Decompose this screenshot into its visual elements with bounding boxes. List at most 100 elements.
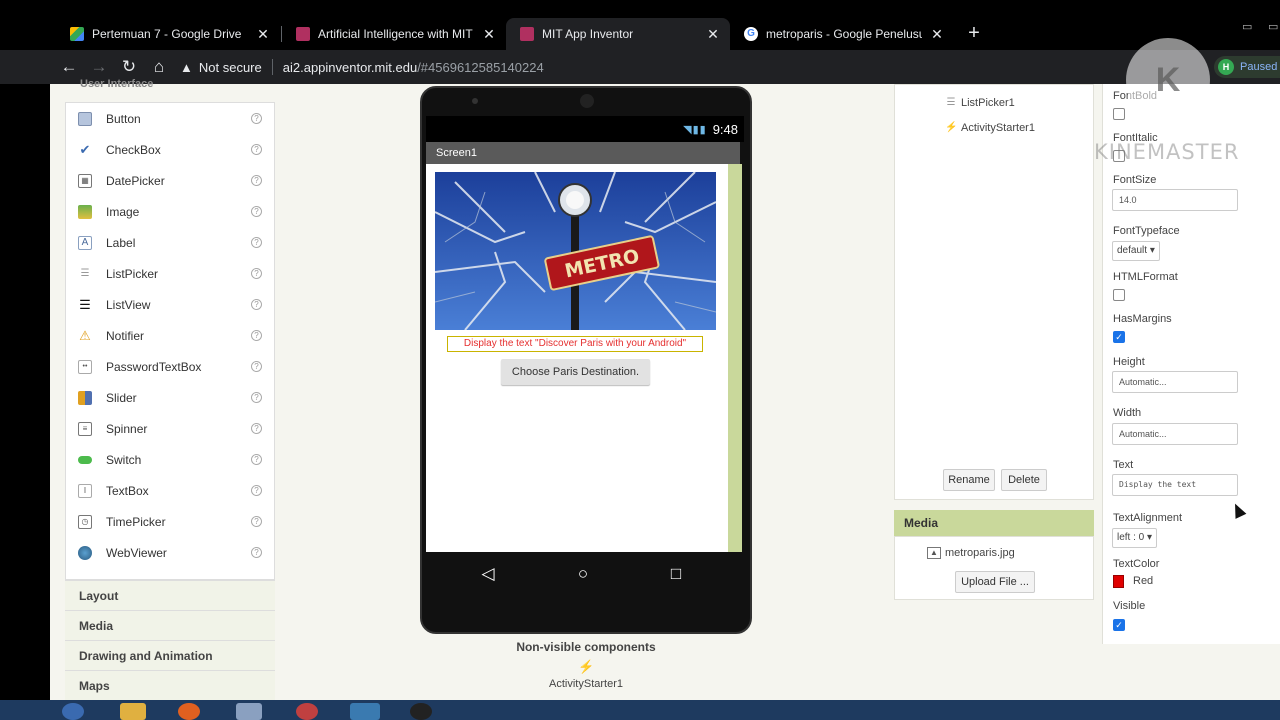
tab-google-search[interactable]: G metroparis - Google Penelusuran ✕ [730,18,954,50]
upload-file-button[interactable]: Upload File ... [955,571,1035,593]
media-file-item[interactable]: ▲ metroparis.jpg [927,547,1015,559]
address-bar[interactable]: ▲ Not secure ai2.appinventor.mit.edu /#4… [180,55,1130,79]
tab-mit-app-inventor[interactable]: MIT App Inventor ✕ [506,18,730,50]
firefox-icon[interactable] [178,703,200,720]
palette-item-passwordtextbox[interactable]: •• PasswordTextBox ? [66,351,274,382]
help-icon[interactable]: ? [251,361,262,372]
palette-item-label[interactable]: A Label ? [66,227,274,258]
htmlformat-checkbox[interactable] [1113,289,1125,301]
fontbold-checkbox[interactable] [1113,108,1125,120]
visible-checkbox[interactable]: ✓ [1113,619,1125,631]
activity-starter-icon[interactable]: ⚡ [578,659,594,675]
palette-item-timepicker[interactable]: ◷ TimePicker ? [66,506,274,537]
palette-item-spinner[interactable]: ≡ Spinner ? [66,413,274,444]
new-tab-button[interactable]: + [962,22,986,46]
close-icon[interactable]: ✕ [706,26,720,43]
fontsize-input[interactable]: 14.0 [1112,189,1238,211]
palette-item-checkbox[interactable]: ✔ CheckBox ? [66,134,274,165]
help-icon[interactable]: ? [251,144,262,155]
palette-category-drawing-animation[interactable]: Drawing and Animation [65,640,275,670]
palette-item-listview[interactable]: ☰ ListView ? [66,289,274,320]
textcolor-value[interactable]: Red [1133,575,1153,587]
restore-icon[interactable]: ▭ [1268,20,1278,33]
file-explorer-icon[interactable] [120,703,146,720]
textcolor-swatch[interactable] [1113,575,1124,588]
palette-item-image[interactable]: Image ? [66,196,274,227]
tab-mit-ai[interactable]: Artificial Intelligence with MIT Ap ✕ [282,18,506,50]
help-icon[interactable]: ? [251,299,262,310]
close-icon[interactable]: ✕ [256,26,270,43]
app-icon[interactable] [296,703,318,720]
minimize-icon[interactable]: ▭ [1242,20,1252,33]
fonttypeface-dropdown[interactable]: default ▾ [1112,241,1160,261]
google-drive-icon [70,27,84,41]
back-arrow-icon[interactable]: ← [58,56,80,78]
palette-item-switch[interactable]: Switch ? [66,444,274,475]
screen-title[interactable]: Screen1 [426,142,740,164]
help-icon[interactable]: ? [251,485,262,496]
kinemaster-logo: K [1126,38,1210,122]
metroparis-image[interactable]: METRO [435,172,716,330]
display-text-label[interactable]: Display the text "Discover Paris with yo… [447,336,703,352]
hasmargins-checkbox[interactable]: ✓ [1113,331,1125,343]
notifier-icon: ⚠ [79,327,91,343]
tab-google-drive[interactable]: Pertemuan 7 - Google Drive ✕ [56,18,280,50]
palette-section-title[interactable]: User Interface [80,78,153,90]
webviewer-icon [78,545,92,560]
palette-item-label: PasswordTextBox [106,359,202,374]
app-icon[interactable] [236,703,262,720]
help-icon[interactable]: ? [251,175,262,186]
help-icon[interactable]: ? [251,113,262,124]
close-icon[interactable]: ✕ [482,26,496,43]
close-icon[interactable]: ✕ [930,26,944,43]
component-listpicker1[interactable]: ☰ ListPicker1 [945,97,1015,109]
palette-item-listpicker[interactable]: ☰ ListPicker ? [66,258,274,289]
palette-category-media[interactable]: Media [65,610,275,640]
width-input[interactable]: Automatic... [1112,423,1238,445]
phone-status-bar: ◥▮▮ 9:48 [426,116,744,142]
help-icon[interactable]: ? [251,454,262,465]
nonvisible-item[interactable]: ActivityStarter1 [286,678,886,690]
palette-item-label: Label [106,235,136,250]
component-activitystarter1[interactable]: ⚡ ActivityStarter1 [945,122,1035,134]
profile-button[interactable]: H Paused [1214,56,1280,78]
security-label[interactable]: Not secure [199,60,262,75]
palette-item-button[interactable]: Button ? [66,103,274,134]
textbox-icon: I [78,483,92,498]
help-icon[interactable]: ? [251,237,262,248]
warning-icon[interactable]: ▲ [180,60,193,75]
start-icon[interactable] [62,703,84,720]
spinner-icon: ≡ [78,421,92,436]
height-label: Height [1113,356,1145,368]
delete-button[interactable]: Delete [1001,469,1047,491]
omnibox-divider [271,59,273,75]
palette-item-textbox[interactable]: I TextBox ? [66,475,274,506]
help-icon[interactable]: ? [251,547,262,558]
profile-status: Paused [1240,61,1278,73]
text-textarea[interactable]: Display the text [1112,474,1238,496]
height-input[interactable]: Automatic... [1112,371,1238,393]
obs-icon[interactable] [410,703,432,720]
listpicker-icon: ☰ [946,97,956,108]
choose-destination-button[interactable]: Choose Paris Destination. [501,359,650,385]
chrome-icon[interactable] [350,703,380,720]
palette-item-webviewer[interactable]: WebViewer ? [66,537,274,568]
reload-icon[interactable]: ↻ [118,56,140,78]
screen-scrollbar[interactable] [728,164,742,552]
fontsize-label: FontSize [1113,174,1157,186]
home-icon[interactable]: ⌂ [148,56,170,78]
forward-arrow-icon[interactable]: → [88,56,110,78]
help-icon[interactable]: ? [251,206,262,217]
palette-category-layout[interactable]: Layout [65,580,275,610]
help-icon[interactable]: ? [251,268,262,279]
help-icon[interactable]: ? [251,392,262,403]
help-icon[interactable]: ? [251,516,262,527]
palette-category-maps[interactable]: Maps [65,670,275,700]
help-icon[interactable]: ? [251,330,262,341]
rename-button[interactable]: Rename [943,469,995,491]
palette-item-slider[interactable]: Slider ? [66,382,274,413]
textalignment-dropdown[interactable]: left : 0 ▾ [1112,528,1158,548]
palette-item-notifier[interactable]: ⚠ Notifier ? [66,320,274,351]
palette-item-datepicker[interactable]: ▦ DatePicker ? [66,165,274,196]
help-icon[interactable]: ? [251,423,262,434]
